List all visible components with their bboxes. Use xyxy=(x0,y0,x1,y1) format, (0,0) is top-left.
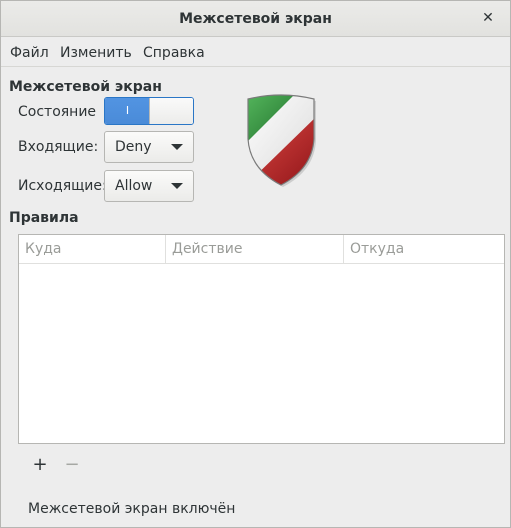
add-rule-button[interactable]: + xyxy=(28,453,52,477)
incoming-policy-combo[interactable]: Deny xyxy=(104,131,194,163)
remove-rule-button[interactable]: − xyxy=(60,453,84,477)
shield-icon xyxy=(247,94,316,187)
dropdown-arrow-icon xyxy=(171,144,183,150)
outgoing-label: Исходящие: xyxy=(18,178,107,194)
outgoing-policy-value: Allow xyxy=(115,178,153,194)
status-text: Межсетевой экран включён xyxy=(28,501,236,517)
column-header-from[interactable]: Откуда xyxy=(343,235,504,264)
close-icon[interactable]: ✕ xyxy=(478,8,498,28)
state-label: Состояние xyxy=(18,104,97,120)
rules-table[interactable]: Куда Действие Откуда xyxy=(18,234,505,444)
switch-on-indicator: I xyxy=(105,98,150,124)
outgoing-policy-combo[interactable]: Allow xyxy=(104,170,194,202)
incoming-policy-value: Deny xyxy=(115,139,152,155)
titlebar: Межсетевой экран ✕ xyxy=(1,1,510,37)
menu-file[interactable]: Файл xyxy=(10,45,49,61)
firewall-section-title: Межсетевой экран xyxy=(9,79,162,95)
rules-table-header: Куда Действие Откуда xyxy=(19,235,504,264)
dropdown-arrow-icon xyxy=(171,183,183,189)
column-header-to[interactable]: Куда xyxy=(19,235,165,264)
menubar: Файл Изменить Справка xyxy=(1,38,510,67)
switch-knob xyxy=(149,98,193,124)
firewall-window: Межсетевой экран ✕ Файл Изменить Справка… xyxy=(0,0,511,528)
menu-edit[interactable]: Изменить xyxy=(60,45,132,61)
state-switch[interactable]: I xyxy=(104,97,194,125)
incoming-label: Входящие: xyxy=(18,139,99,155)
window-title: Межсетевой экран xyxy=(179,11,332,27)
rules-section-title: Правила xyxy=(9,210,79,226)
menu-help[interactable]: Справка xyxy=(143,45,205,61)
column-header-action[interactable]: Действие xyxy=(165,235,343,264)
